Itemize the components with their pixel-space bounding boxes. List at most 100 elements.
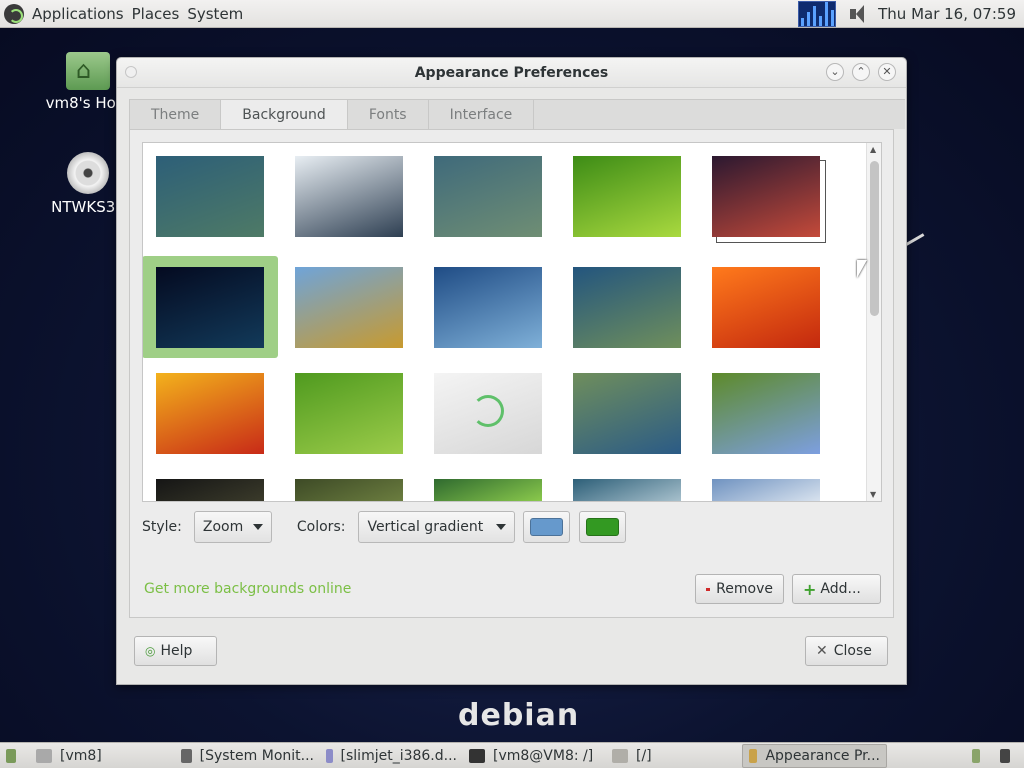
terminal-icon [469,748,485,763]
colors-dropdown[interactable]: Vertical gradient [358,511,516,543]
window-titlebar[interactable]: Appearance Preferences ⌄ ⌃ ✕ [117,58,906,88]
wallpaper-thumbnail-green-grass[interactable] [295,373,403,454]
bottom-panel: [vm8] [System Monit... [slimjet_i386.d..… [0,742,1024,768]
debian-swirl-icon [472,395,504,427]
taskbar-item-system-monitor[interactable]: [System Monit... [175,744,320,768]
mouse-cursor-icon [857,260,867,278]
show-desktop-button[interactable] [0,744,30,768]
appearance-preferences-window: Appearance Preferences ⌄ ⌃ ✕ Theme Backg… [116,57,907,685]
show-desktop-icon [6,748,16,763]
top-panel: Applications Places System Thu Mar 16, 0… [0,0,1024,28]
system-monitor-applet[interactable] [798,0,837,27]
taskbar-item-appearance[interactable]: Appearance Pr... [742,743,887,768]
workspace-switcher[interactable] [966,744,994,768]
wallpaper-thumbnail-dark-row-3[interactable] [434,479,542,501]
taskbar-item-label: [System Monit... [199,747,314,764]
remove-icon [706,587,711,591]
taskbar-item-label: [slimjet_i386.d... [340,747,457,764]
window-close-button[interactable]: ✕ [878,63,896,81]
taskbar-item-vm8[interactable]: [vm8] [30,744,175,768]
cd-disc-icon [67,152,109,194]
tab-theme[interactable]: Theme [129,99,222,129]
taskbar-item-label: [vm8@VM8: /] [493,747,594,764]
panel-tray: Thu Mar 16, 07:59 [798,0,1024,28]
trash-icon [1000,748,1010,763]
help-button-label: Help [160,643,193,659]
trash-applet[interactable] [994,744,1024,768]
wallpaper-thumbnail-grass-field-sky[interactable] [295,267,403,348]
secondary-color-button[interactable] [579,511,627,543]
wallpaper-thumbnail-orange-flower[interactable] [712,267,820,348]
add-button-label: Add... [820,581,861,597]
wallpaper-thumbnail-blue-green-gradient[interactable] [434,156,542,237]
wallpaper-thumbnail-debian-light-logo[interactable] [434,373,542,454]
scroll-up-icon[interactable]: ▲ [870,145,876,154]
get-more-backgrounds-link[interactable]: Get more backgrounds online [144,581,351,597]
remove-button[interactable]: Remove [695,574,784,604]
add-icon: + [803,579,817,599]
folder-icon [612,748,628,763]
taskbar-item-label: Appearance Pr... [765,747,880,764]
style-dropdown-value: Zoom [202,519,244,535]
wallpaper-thumbnail-debian-dark-swirl[interactable] [156,267,264,348]
tab-background[interactable]: Background [220,99,348,130]
taskbar-item-terminal[interactable]: [vm8@VM8: /] [463,744,606,768]
chevron-down-icon [496,524,507,530]
minimize-button[interactable]: ⌄ [826,63,844,81]
primary-color-swatch [530,518,564,536]
gallery-scrollbar[interactable]: ▲ ▼ [866,143,881,501]
wallpaper-thumbnail-nebula[interactable] [712,156,820,237]
maximize-button[interactable]: ⌃ [852,63,870,81]
primary-color-button[interactable] [523,511,571,543]
wallpaper-thumbnail-dark-row-1[interactable] [156,479,264,501]
window-title: Appearance Preferences [414,64,609,81]
clock[interactable]: Thu Mar 16, 07:59 [878,5,1024,23]
wallpaper-thumbnail-red-flower-yellow[interactable] [156,373,264,454]
scroll-thumb[interactable] [870,161,879,316]
tab-interface[interactable]: Interface [427,99,535,129]
wallpaper-thumbnail-water-drop[interactable] [295,156,403,237]
menu-places[interactable]: Places [128,5,184,23]
window-menu-icon[interactable] [125,66,137,78]
taskbar-item-slimjet[interactable]: [slimjet_i386.d... [320,744,463,768]
main-menu-bar: Applications Places System [0,3,247,24]
style-dropdown[interactable]: Zoom [193,511,272,543]
close-button-label: Close [833,643,872,659]
colors-dropdown-value: Vertical gradient [367,519,484,535]
window-controls: ⌄ ⌃ ✕ [826,63,896,81]
help-icon: ◎ [145,644,156,658]
background-tab-panel: ▲ ▼ Style: Zoom Colors: Vertical gradien… [129,129,894,618]
menu-applications[interactable]: Applications [28,5,128,23]
wallpaper-thumbnail-green-blue-split[interactable] [573,373,681,454]
close-button[interactable]: ✕ Close [805,636,888,666]
wallpaper-thumbnail-green-leaf[interactable] [573,156,681,237]
home-folder-icon [66,52,110,90]
folder-icon [36,748,52,763]
volume-icon[interactable] [848,3,870,25]
secondary-color-swatch [586,518,620,536]
debian-menu-icon[interactable] [4,3,24,24]
wallpaper-gallery[interactable]: ▲ ▼ [142,142,882,502]
help-button[interactable]: ◎ Help [134,636,217,666]
wallpaper-thumbnail-teal-gradient[interactable] [156,156,264,237]
wallpaper-thumbnail-dark-row-5[interactable] [712,479,820,501]
taskbar-item-label: [/] [636,747,652,764]
workspace-icon [972,748,980,763]
wallpaper-thumbnail-blue-waves[interactable] [434,267,542,348]
add-button[interactable]: + Add... [792,574,881,604]
taskbar-item-label: [vm8] [60,747,102,764]
chevron-down-icon [252,524,263,530]
wallpaper-thumbnail-blue-green-bokeh[interactable] [573,267,681,348]
tab-fonts[interactable]: Fonts [346,99,429,129]
package-icon [326,748,333,763]
background-controls: Style: Zoom Colors: Vertical gradient [142,511,627,543]
wallpaper-thumbnail-dark-row-4[interactable] [573,479,681,501]
scroll-down-icon[interactable]: ▼ [870,490,876,499]
wallpaper-thumbnail-dark-row-2[interactable] [295,479,403,501]
debian-wordmark: debian [458,698,580,733]
taskbar-item-root-folder[interactable]: [/] [606,744,742,768]
colors-label: Colors: [296,519,346,535]
wallpaper-thumbnail-blue-flowers[interactable] [712,373,820,454]
tab-bar: Theme Background Fonts Interface [129,99,906,130]
menu-system[interactable]: System [183,5,247,23]
